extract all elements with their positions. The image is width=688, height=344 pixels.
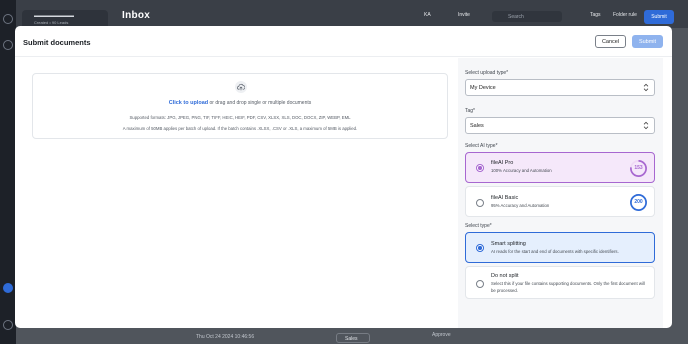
footer-date: Thu Oct 24 2024 10:46:56 (196, 334, 255, 340)
chevron-updown-icon (643, 121, 649, 130)
submit-documents-modal: Submit documents Cancel Submit Click to … (15, 26, 672, 328)
upload-type-label: Select upload type* (465, 70, 509, 76)
chevron-updown-icon (643, 83, 649, 92)
smart-split-desc: AI reads for the start and end of docume… (491, 249, 619, 254)
split-option-none[interactable]: Do not split Select this if your file co… (465, 266, 655, 299)
folder-rule-button[interactable]: Folder rule (613, 12, 637, 18)
cloud-upload-icon (235, 81, 247, 93)
smart-split-title: Smart splitting (491, 241, 526, 247)
tag-select[interactable]: Sales (465, 117, 655, 134)
ai-pro-credits: 153 (634, 165, 643, 171)
search-input[interactable]: Search (492, 11, 562, 22)
upload-hint: or drag and drop single or multiple docu… (208, 100, 312, 106)
footer-sales-select[interactable]: Sales (336, 333, 370, 343)
inbox-title: Inbox (122, 10, 151, 21)
settings-panel: Select upload type* My Device Tag* Sales… (458, 58, 663, 328)
ai-type-label: Select AI type* (465, 143, 498, 149)
ai-pro-title: fileAI Pro (491, 160, 514, 166)
footer-approve[interactable]: Approve (432, 332, 451, 338)
sidebar-subtitle: Created • 90 Leads (34, 20, 69, 25)
rail-active-icon[interactable] (3, 283, 13, 293)
ai-pro-desc: 100% Accuracy and Automation (491, 168, 552, 173)
upload-dropzone[interactable]: Click to upload or drag and drop single … (32, 73, 448, 139)
ai-option-pro[interactable]: fileAI Pro 100% Accuracy and Automation … (465, 152, 655, 183)
cancel-button[interactable]: Cancel (595, 35, 626, 48)
ai-basic-radio[interactable] (476, 199, 484, 207)
logo-icon (3, 14, 13, 24)
upload-type-value: My Device (470, 85, 496, 91)
modal-title: Submit documents (23, 38, 91, 47)
ai-basic-title: fileAI Basic (491, 195, 519, 201)
supported-formats: Supported formats: JPG, JPEG, PNG, TIF, … (129, 115, 351, 120)
click-to-upload-link[interactable]: Click to upload (169, 100, 208, 106)
background-submit-button[interactable]: Submit (644, 10, 674, 24)
upload-prompt: Click to upload or drag and drop single … (33, 100, 447, 106)
ai-pro-radio[interactable] (476, 164, 484, 172)
ai-option-basic[interactable]: fileAI Basic 95% Accuracy and Automation… (465, 186, 655, 217)
rail-icon[interactable] (3, 40, 13, 50)
modal-header: Submit documents Cancel Submit (15, 26, 672, 57)
tag-value: Sales (470, 123, 484, 129)
no-split-radio[interactable] (476, 280, 484, 288)
profile-icon[interactable] (3, 320, 13, 330)
submit-button[interactable]: Submit (632, 35, 663, 48)
tag-label: Tag* (465, 108, 476, 114)
app-topbar (16, 0, 688, 28)
no-split-desc: Select this if your file contains suppor… (491, 281, 645, 293)
app-rail (0, 0, 16, 344)
smart-split-radio[interactable] (476, 244, 484, 252)
upload-type-select[interactable]: My Device (465, 79, 655, 96)
split-type-label: Select type* (465, 223, 492, 229)
sidebar-title: ▬▬▬▬▬▬▬▬ (34, 13, 74, 19)
tags-button[interactable]: Tags (590, 12, 601, 18)
ai-basic-credits: 200 (634, 199, 643, 205)
user-initials[interactable]: KA (424, 12, 431, 18)
upload-size-limit: A maximum of 50MB applies per batch of u… (122, 126, 358, 131)
split-option-smart[interactable]: Smart splitting AI reads for the start a… (465, 232, 655, 263)
no-split-title: Do not split (491, 273, 519, 279)
invite-button[interactable]: Invite (458, 12, 470, 18)
ai-basic-desc: 95% Accuracy and Automation (491, 203, 550, 208)
